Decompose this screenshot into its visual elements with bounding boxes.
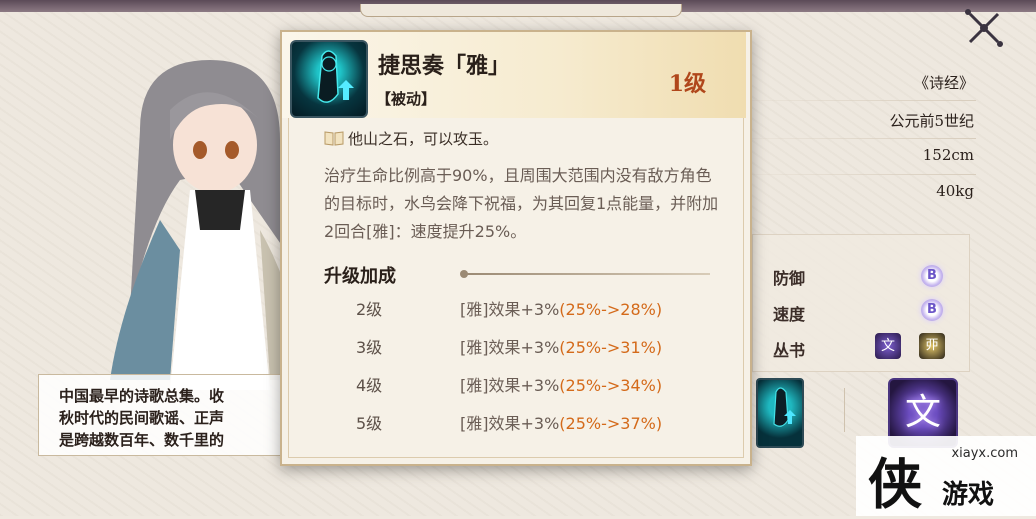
top-ornament — [360, 4, 682, 17]
upgrade-effect-text: [雅]效果+3% — [460, 376, 560, 395]
series-emblem-icon[interactable]: 丣 — [919, 333, 945, 359]
upgrade-change: (25%->34%) — [559, 376, 663, 395]
stat-label-series: 丛书 — [773, 341, 806, 360]
description-line: 是跨越数百年、数千里的 — [59, 431, 225, 449]
watermark-logo-char: 侠 — [868, 452, 922, 516]
stat-label-speed: 速度 — [773, 305, 806, 324]
watermark-text: 游戏 — [942, 480, 995, 510]
upgrade-effect: [雅]效果+3%(25%->31%) — [460, 334, 662, 358]
upgrade-effect-text: [雅]效果+3% — [460, 414, 560, 433]
upgrade-effect: [雅]效果+3%(25%->34%) — [460, 372, 662, 396]
skill-description: 治疗生命比例高于90%，且周围大范围内没有敌方角色的目标时，水鸟会降下祝福，为其… — [324, 166, 719, 241]
skill-detail-popup: 捷思奏「雅」 【被动】 1级 他山之石，可以攻玉。 治疗生命比例高于90%，且周… — [280, 30, 752, 466]
upgrade-change: (25%->31%) — [559, 338, 663, 357]
upgrade-effect: [雅]效果+3%(25%->28%) — [460, 296, 662, 320]
divider — [464, 273, 710, 275]
upgrade-title: 升级加成 — [324, 266, 396, 287]
divider — [716, 174, 976, 175]
close-button[interactable] — [962, 6, 1006, 50]
divider — [716, 100, 976, 101]
source-value: 《诗经》 — [913, 74, 974, 92]
skill-icon — [290, 40, 368, 118]
upgrade-level: 3级 — [356, 338, 383, 357]
skill-level: 1级 — [668, 71, 706, 97]
upgrade-row: 4级 [雅]效果+3%(25%->34%) — [282, 372, 746, 402]
upgrade-change: (25%->28%) — [559, 300, 663, 319]
skill-name: 捷思奏「雅」 — [378, 53, 511, 79]
series-wen-icon[interactable]: 文 — [875, 333, 901, 359]
skill-header: 捷思奏「雅」 【被动】 1级 — [282, 32, 746, 118]
character-portrait — [100, 50, 300, 390]
description-line: 中国最早的诗歌总集。收 — [59, 387, 225, 405]
skill-quote: 他山之石，可以攻玉。 — [348, 130, 499, 148]
stat-label-defense: 防御 — [773, 269, 806, 288]
era-value: 公元前5世纪 — [889, 112, 974, 130]
skill-type: 【被动】 — [376, 90, 437, 108]
upgrade-level: 4级 — [356, 376, 383, 395]
grade-badge-speed: B — [921, 299, 943, 321]
upgrade-level: 2级 — [356, 300, 383, 319]
stats-panel: 防御 B 速度 B 丛书 文 丣 — [752, 234, 970, 372]
book-icon — [324, 131, 344, 146]
weight-value: 40kg — [936, 182, 974, 200]
description-line: 秋时代的民间歌谣、正声 — [59, 409, 225, 427]
upgrade-row: 5级 [雅]效果+3%(25%->37%) — [282, 410, 746, 440]
upgrade-effect-text: [雅]效果+3% — [460, 338, 560, 357]
upgrade-row: 3级 [雅]效果+3%(25%->31%) — [282, 334, 746, 364]
watermark: 侠 xiayx.com 游戏 — [856, 436, 1036, 516]
watermark-url: xiayx.com — [951, 446, 1018, 461]
upgrade-effect: [雅]效果+3%(25%->37%) — [460, 410, 662, 434]
close-x-icon — [965, 9, 1003, 47]
skill-thumbnail-icon[interactable] — [756, 378, 804, 448]
divider — [716, 138, 976, 139]
upgrade-level: 5级 — [356, 414, 383, 433]
description-box: 中国最早的诗歌总集。收 秋时代的民间歌谣、正声 是跨越数百年、数千里的 — [38, 374, 288, 456]
upgrade-row: 2级 [雅]效果+3%(25%->28%) — [282, 296, 746, 326]
grade-badge-defense: B — [921, 265, 943, 287]
upgrade-change: (25%->37%) — [559, 414, 663, 433]
upgrade-effect-text: [雅]效果+3% — [460, 300, 560, 319]
divider — [844, 388, 845, 432]
height-value: 152cm — [922, 146, 974, 164]
